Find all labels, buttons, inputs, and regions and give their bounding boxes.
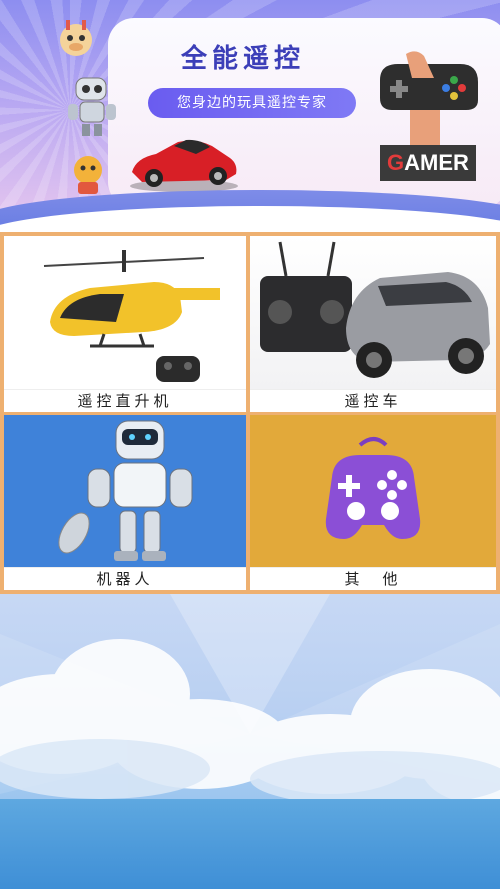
gamer-badge: GAMER <box>380 145 476 181</box>
category-label: 遥控车 <box>250 389 496 412</box>
robot-toy-icon <box>68 77 116 136</box>
hand-controller-icon <box>380 51 478 148</box>
robot-image <box>4 415 246 568</box>
category-helicopter[interactable]: 遥控直升机 <box>4 236 246 412</box>
hero-banner: 全能遥控 您身边的玩具遥控专家 GAMER <box>0 0 500 232</box>
sports-car-image <box>130 139 238 192</box>
category-other[interactable]: 其 他 <box>250 415 496 590</box>
category-rc-car[interactable]: 遥控车 <box>250 236 496 412</box>
category-label: 机器人 <box>4 567 246 590</box>
category-label: 其 他 <box>250 567 496 590</box>
app-title: 全能遥控 <box>180 44 305 74</box>
app-subtitle-badge: 您身边的玩具遥控专家 <box>148 88 356 118</box>
gamepad-image <box>250 415 496 568</box>
giraffe-toy-icon <box>60 20 92 56</box>
helicopter-image <box>4 236 246 390</box>
sky-background-image <box>0 594 500 889</box>
category-robot[interactable]: 机器人 <box>4 415 246 590</box>
sea-horizon <box>0 799 500 889</box>
category-label: 遥控直升机 <box>4 389 246 412</box>
rc-car-image <box>250 236 496 390</box>
category-grid: 遥控直升机 遥控车 机器人 其 他 <box>0 232 500 594</box>
tiger-toy-icon <box>74 156 102 194</box>
